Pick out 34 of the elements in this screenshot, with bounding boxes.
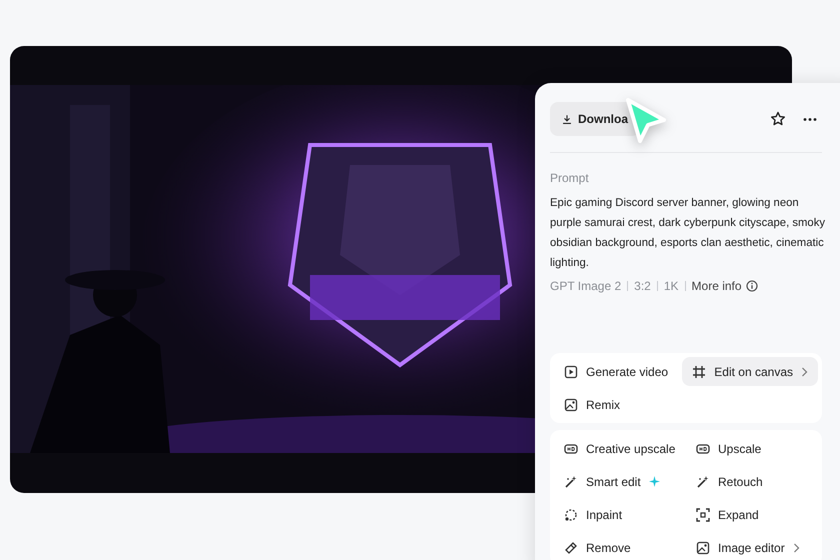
prompt-label: Prompt (550, 170, 590, 185)
play-icon (564, 364, 578, 378)
download-icon (562, 112, 572, 126)
image-icon (564, 398, 578, 412)
action-menu-item[interactable]: Upscale (686, 434, 818, 463)
action-menu-item[interactable]: Retouch (686, 467, 818, 496)
action-menu-item[interactable]: Smart edit (554, 467, 686, 496)
chevron-icon (801, 366, 808, 376)
expand-icon (696, 508, 710, 522)
action-menu-item[interactable]: Creative upscale (554, 434, 686, 463)
meta-text: 1K (664, 278, 679, 293)
meta-text: GPT Image 2 (550, 278, 622, 293)
image-icon (696, 540, 710, 554)
action-menu-item[interactable]: Generate video (554, 357, 682, 386)
action-menu-item[interactable]: Remove (554, 533, 686, 560)
dotted-circle-icon (564, 508, 578, 522)
action-menu-item[interactable]: Remix (554, 390, 682, 419)
prompt-text: Epic gaming Discord server banner, glowing neon purple samurai crest, dark cyberpunk cityscape, smoky obsidian background, esports clan aesthetic, cinematic lighting. (550, 196, 826, 271)
wand-icon (564, 474, 578, 488)
more-info-link[interactable]: More info (692, 278, 758, 293)
star-icon (770, 111, 786, 127)
sparkle-icon (648, 476, 660, 487)
action-menu-item[interactable]: Edit on canvas (682, 357, 818, 386)
hd-icon (564, 442, 578, 456)
action-menu-item[interactable]: Inpaint (554, 500, 686, 529)
wand-icon (696, 474, 710, 488)
eraser-icon (564, 540, 578, 554)
chevron-icon (792, 542, 800, 552)
hd-icon (696, 442, 710, 456)
more-icon (803, 118, 817, 120)
info-icon (746, 280, 758, 292)
action-menu-item[interactable]: Image editor (686, 533, 818, 560)
meta-text: 3:2 (634, 278, 651, 293)
action-menu-item[interactable]: Expand (686, 500, 818, 529)
